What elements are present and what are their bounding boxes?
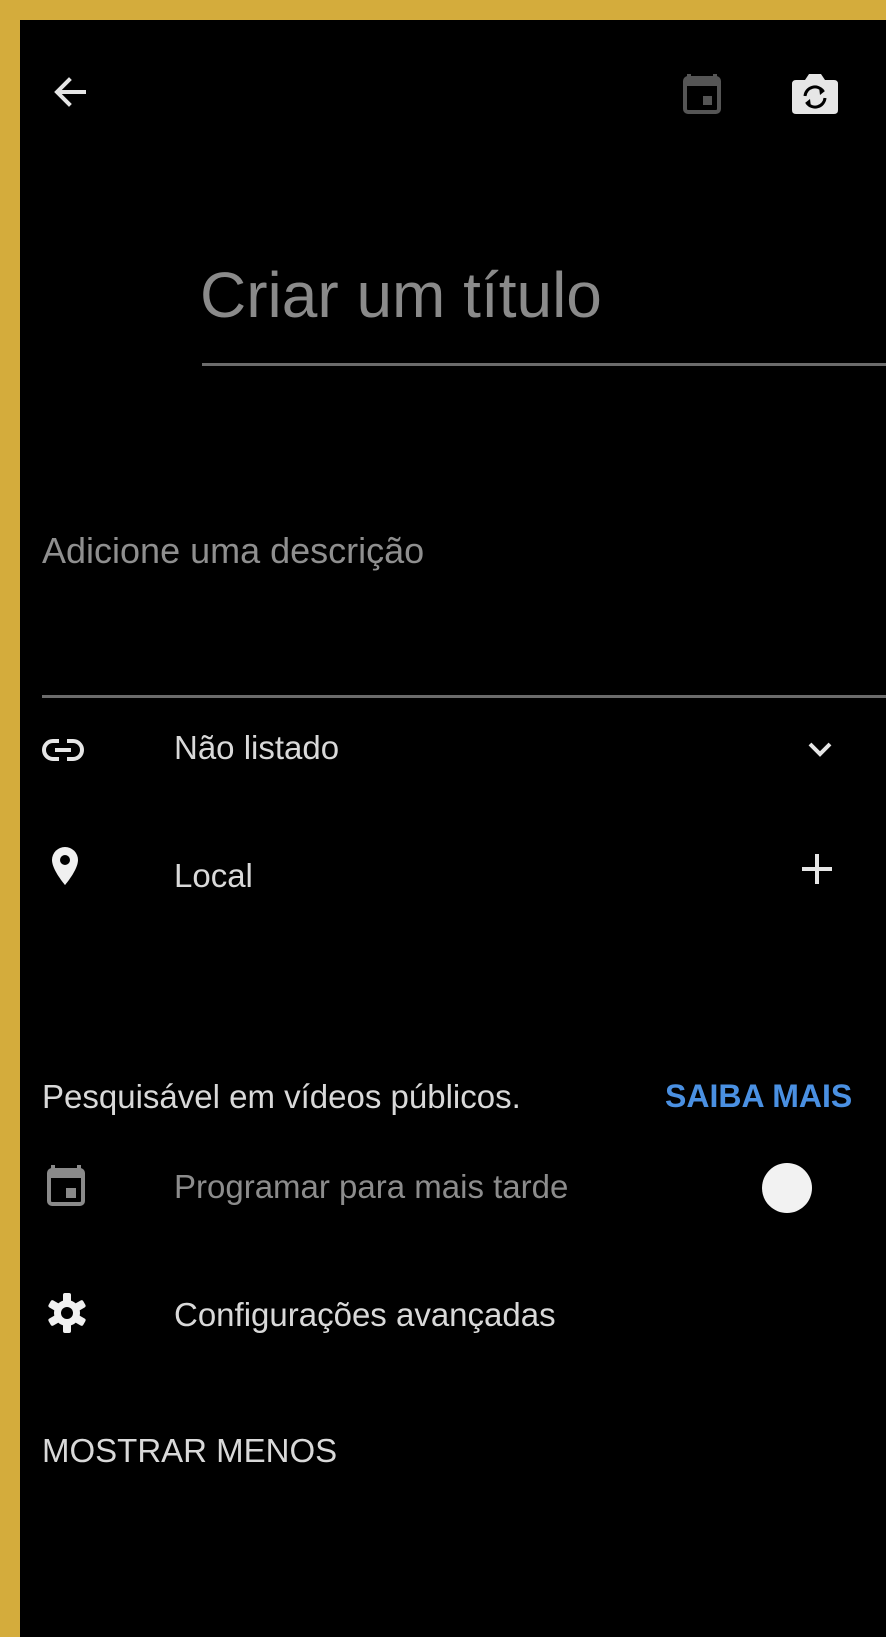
- upload-details-screen: Criar um título Adicione uma descrição N…: [20, 20, 886, 1637]
- description-underline: [42, 695, 886, 698]
- calendar-icon: [47, 1163, 85, 1207]
- visibility-select[interactable]: Não listado: [174, 729, 339, 767]
- schedule-label: Programar para mais tarde: [174, 1168, 569, 1205]
- chevron-down-icon[interactable]: [807, 740, 833, 758]
- link-icon: [42, 736, 84, 764]
- title-underline: [202, 363, 886, 366]
- searchable-info-text: Pesquisável em vídeos públicos.: [42, 1078, 521, 1115]
- calendar-icon[interactable]: [683, 70, 721, 114]
- learn-more-link[interactable]: SAIBA MAIS: [665, 1078, 852, 1115]
- description-input[interactable]: Adicione uma descrição: [42, 530, 424, 572]
- camera-switch-icon[interactable]: [790, 70, 840, 116]
- schedule-toggle[interactable]: [762, 1163, 812, 1213]
- back-arrow-icon[interactable]: [50, 72, 90, 112]
- title-input[interactable]: Criar um título: [200, 258, 602, 332]
- location-label[interactable]: Local: [174, 857, 253, 895]
- plus-icon[interactable]: [800, 852, 834, 886]
- show-less-button[interactable]: MOSTRAR MENOS: [42, 1432, 337, 1470]
- location-pin-icon: [51, 846, 79, 886]
- advanced-settings-link[interactable]: Configurações avançadas: [174, 1296, 556, 1334]
- gear-icon: [46, 1292, 88, 1334]
